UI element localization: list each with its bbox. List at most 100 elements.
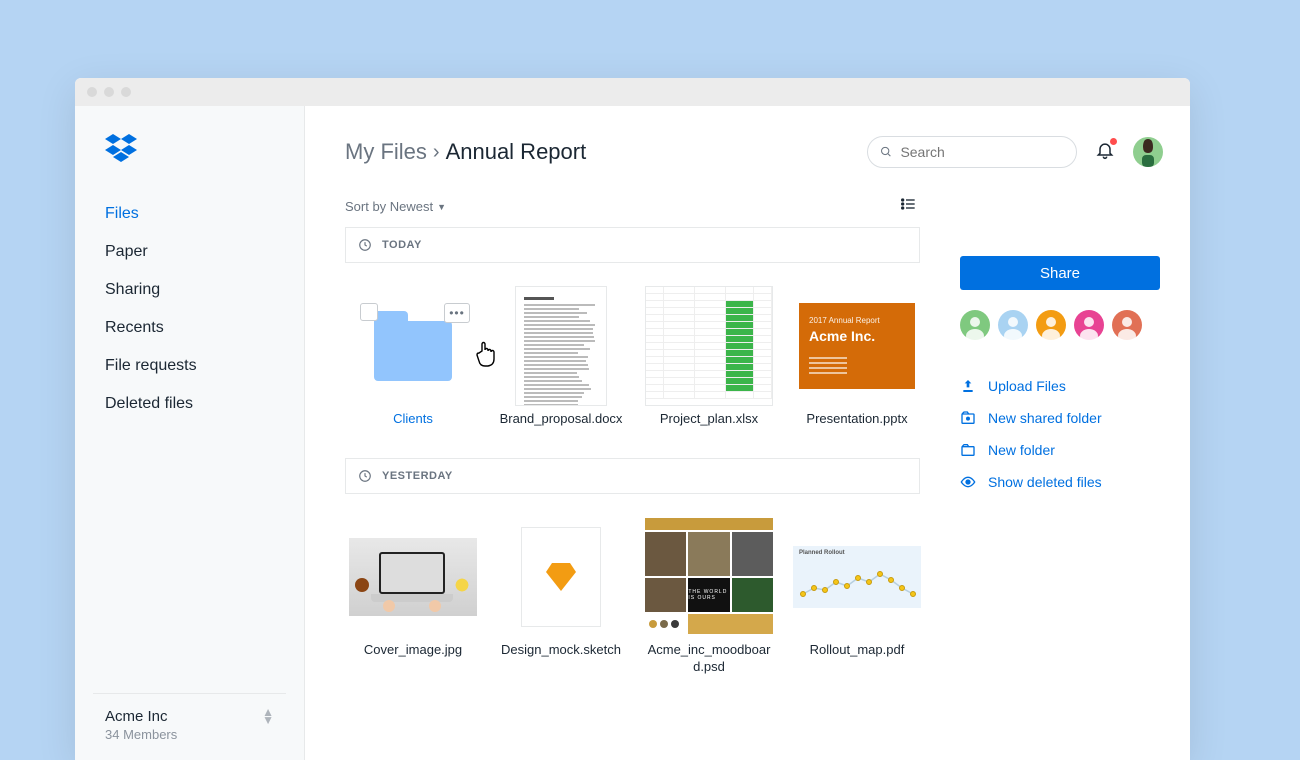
moodboard-thumb: THE WORLD IS OURS [645,518,773,636]
caret-down-icon: ▼ [437,202,446,212]
sidebar-item-paper[interactable]: Paper [75,233,304,271]
action-label: New folder [988,442,1055,458]
item-menu-button[interactable]: ••• [444,303,470,323]
search-icon [880,145,892,159]
sort-button[interactable]: Sort by Newest ▼ [345,199,446,214]
file-name: Presentation.pptx [806,411,907,428]
window-zoom-icon[interactable] [121,87,131,97]
app-window: FilesPaperSharingRecentsFile requestsDel… [75,78,1190,760]
action-new-folder[interactable]: New folder [960,434,1160,466]
file-thumb: 2017 Annual ReportAcme Inc. [793,287,921,405]
breadcrumb: My Files › Annual Report [345,139,586,165]
sidebar-item-files[interactable]: Files [75,195,304,233]
chevron-right-icon: › [433,141,440,164]
shared-folder-icon [960,410,976,426]
file-grid-yesterday: Cover_image.jpg Design_mock.sketch THE W… [345,494,920,706]
collaborator-avatar[interactable] [960,310,990,340]
folder-icon: ••• [374,321,452,381]
sidebar-item-file-requests[interactable]: File requests [75,347,304,385]
action-list: Upload Files New shared folder New folder S… [960,370,1160,498]
main: My Files › Annual Report [305,106,1190,760]
file-item[interactable]: Cover_image.jpg [349,518,477,676]
section-header-today: TODAY [345,227,920,263]
notifications-button[interactable] [1095,140,1115,165]
section-heading: TODAY [382,239,422,251]
file-item[interactable]: 2017 Annual ReportAcme Inc. Presentation… [793,287,921,428]
dropbox-logo-icon[interactable] [75,134,304,167]
collaborator-avatar[interactable] [1036,310,1066,340]
file-name: Clients [393,411,433,428]
sidebar-item-sharing[interactable]: Sharing [75,271,304,309]
file-item[interactable]: Project_plan.xlsx [645,287,773,428]
file-name: Design_mock.sketch [501,642,621,659]
cursor-hand-icon [475,341,499,375]
file-name: Rollout_map.pdf [810,642,905,659]
sidebar-nav: FilesPaperSharingRecentsFile requestsDel… [75,195,304,423]
action-new-shared-folder[interactable]: New shared folder [960,402,1160,434]
window-titlebar [75,78,1190,106]
file-listing: Sort by Newest ▼ TODAY ••• Clients Brand… [345,196,920,706]
upload-icon [960,378,976,394]
share-button[interactable]: Share [960,256,1160,290]
presentation-thumb: 2017 Annual ReportAcme Inc. [799,303,915,389]
collaborator-avatars [960,310,1160,340]
pdf-thumb: Planned Rollout [793,546,921,608]
breadcrumb-current: Annual Report [446,139,587,165]
user-avatar[interactable] [1133,137,1163,167]
sections-container: TODAY ••• Clients Brand_proposal.docx Pr… [345,227,920,706]
file-item[interactable]: ••• Clients [349,287,477,428]
file-thumb: ••• [349,287,477,405]
page-header: My Files › Annual Report [345,136,1163,168]
sidebar-item-deleted-files[interactable]: Deleted files [75,385,304,423]
file-thumb: THE WORLD IS OURS [645,518,773,636]
file-thumb [497,287,625,405]
breadcrumb-root[interactable]: My Files [345,139,427,165]
clock-icon [358,238,372,252]
sidebar: FilesPaperSharingRecentsFile requestsDel… [75,106,305,760]
spreadsheet-thumb [645,286,773,406]
section-header-yesterday: YESTERDAY [345,458,920,494]
app-body: FilesPaperSharingRecentsFile requestsDel… [75,106,1190,760]
search-box[interactable] [867,136,1077,168]
window-close-icon[interactable] [87,87,97,97]
file-name: Acme_inc_moodboard.psd [645,642,773,676]
sidebar-item-recents[interactable]: Recents [75,309,304,347]
collaborator-avatar[interactable] [1074,310,1104,340]
image-thumb [349,538,477,616]
team-switcher[interactable]: Acme Inc 34 Members ▲▼ [93,693,286,760]
file-item[interactable]: Brand_proposal.docx [497,287,625,428]
file-grid-today: ••• Clients Brand_proposal.docx Project_… [345,263,920,458]
file-name: Project_plan.xlsx [660,411,758,428]
file-thumb [349,518,477,636]
section-heading: YESTERDAY [382,470,453,482]
file-thumb [497,518,625,636]
action-show-deleted-files[interactable]: Show deleted files [960,466,1160,498]
file-name: Cover_image.jpg [364,642,462,659]
collaborator-avatar[interactable] [998,310,1028,340]
sort-label: Sort by Newest [345,199,433,214]
team-name: Acme Inc [105,708,177,725]
content: My Files › Annual Report [305,106,1190,760]
eye-icon [960,474,976,490]
file-thumb [645,287,773,405]
file-item[interactable]: Planned Rollout Rollout_map.pdf [793,518,921,676]
file-item[interactable]: Design_mock.sketch [497,518,625,676]
search-input[interactable] [900,144,1064,160]
window-minimize-icon[interactable] [104,87,114,97]
collaborator-avatar[interactable] [1112,310,1142,340]
select-checkbox[interactable] [360,303,378,321]
action-label: Show deleted files [988,474,1102,490]
right-panel: Share Upload Files New shared folder New f… [960,196,1160,706]
team-members: 34 Members [105,727,177,742]
file-name: Brand_proposal.docx [500,411,623,428]
updown-icon: ▲▼ [262,708,274,724]
document-thumb [515,286,607,406]
action-label: New shared folder [988,410,1102,426]
notification-dot-icon [1110,138,1117,145]
list-view-toggle[interactable] [900,196,916,217]
file-item[interactable]: THE WORLD IS OURS Acme_inc_moodboard.psd [645,518,773,676]
clock-icon [358,469,372,483]
action-upload-files[interactable]: Upload Files [960,370,1160,402]
file-thumb: Planned Rollout [793,518,921,636]
list-icon [900,196,916,212]
